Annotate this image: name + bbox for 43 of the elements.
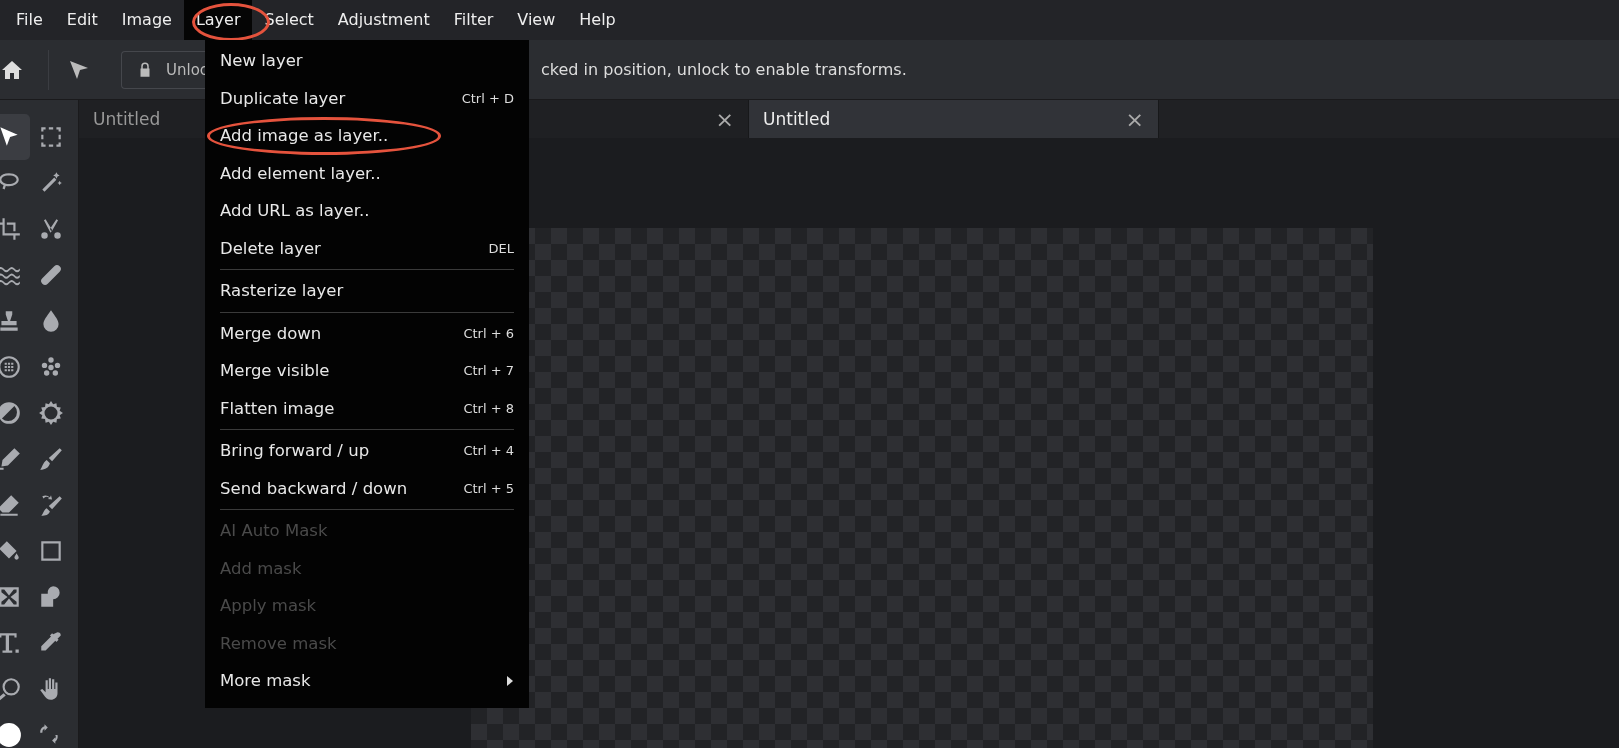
menu-bar-item[interactable]: View bbox=[505, 0, 568, 40]
marquee-icon[interactable] bbox=[38, 124, 64, 150]
menu-item[interactable]: Delete layer DEL bbox=[205, 229, 529, 267]
brush-icon[interactable] bbox=[38, 446, 64, 472]
brush-icon[interactable] bbox=[38, 492, 64, 518]
menu-bar-item[interactable]: Image bbox=[109, 0, 184, 40]
menu-item[interactable]: Add URL as layer.. bbox=[205, 192, 529, 230]
menu-item[interactable]: More mask bbox=[205, 662, 529, 700]
shortcut-label: Ctrl + 4 bbox=[463, 443, 514, 459]
menu-bar-item[interactable]: Filter bbox=[441, 0, 506, 40]
sun-icon[interactable] bbox=[38, 400, 64, 426]
menu-item[interactable]: Send backward / down Ctrl + 5 bbox=[205, 469, 529, 507]
shortcut-label: Ctrl + 7 bbox=[463, 363, 514, 379]
menu-bar-item[interactable]: Layer bbox=[183, 0, 253, 40]
shortcut-label: Ctrl + 5 bbox=[463, 480, 514, 496]
menu-item[interactable]: Bring forward / up Ctrl + 4 bbox=[205, 432, 529, 470]
menu-bar-item[interactable]: Edit bbox=[54, 0, 110, 40]
menu-item[interactable]: Add element layer.. bbox=[205, 154, 529, 192]
color-swatch-icon[interactable] bbox=[0, 722, 22, 748]
menu-item[interactable]: Merge visible Ctrl + 7 bbox=[205, 352, 529, 390]
tab-title: Untitled bbox=[93, 109, 161, 129]
close-icon[interactable]: × bbox=[715, 106, 734, 132]
close-icon[interactable]: × bbox=[1125, 106, 1144, 132]
menu-item[interactable]: Merge down Ctrl + 6 bbox=[205, 314, 529, 352]
menu-bar-item[interactable]: Adjustment bbox=[325, 0, 442, 40]
transform-icon[interactable] bbox=[0, 584, 22, 610]
document-tab[interactable]: Untitled × bbox=[749, 100, 1159, 138]
zoom-icon[interactable] bbox=[0, 676, 22, 702]
status-message: cked in position, unlock to enable transforms. bbox=[541, 60, 907, 79]
scissors-icon[interactable] bbox=[38, 216, 64, 242]
shortcut-label: Ctrl + 6 bbox=[463, 325, 514, 341]
gradient-icon[interactable] bbox=[38, 538, 64, 564]
shortcut-label: Ctrl + 8 bbox=[463, 400, 514, 416]
menu-bar-item[interactable]: Help bbox=[567, 0, 628, 40]
pen-icon[interactable] bbox=[0, 446, 22, 472]
crop-icon[interactable] bbox=[0, 216, 22, 242]
bandage-icon[interactable] bbox=[38, 262, 64, 288]
tab-title: Untitled bbox=[763, 109, 831, 129]
shortcut-label: DEL bbox=[488, 240, 514, 256]
text-icon[interactable] bbox=[0, 630, 22, 656]
menu-item[interactable]: Flatten image Ctrl + 8 bbox=[205, 389, 529, 427]
menu-bar-item[interactable]: File bbox=[4, 0, 55, 40]
menu-item[interactable]: Rasterize layer bbox=[205, 272, 529, 310]
